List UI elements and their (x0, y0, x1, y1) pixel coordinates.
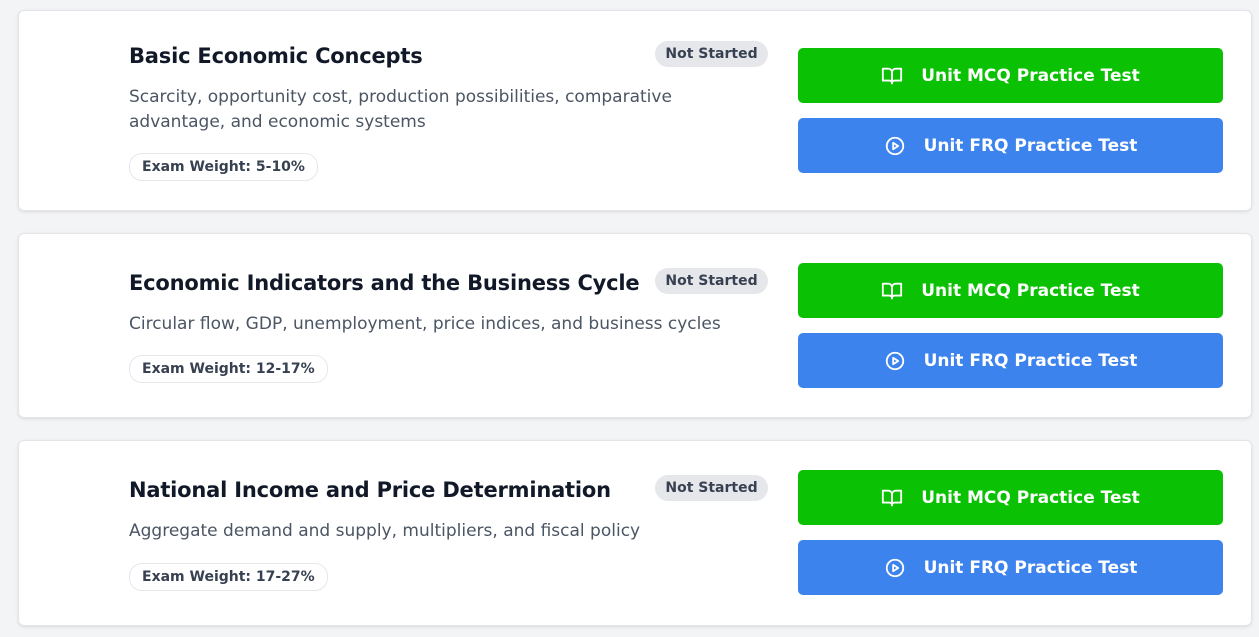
button-label: Unit FRQ Practice Test (923, 350, 1138, 371)
unit-mcq-practice-test-button[interactable]: Unit MCQ Practice Test (798, 470, 1223, 525)
button-label: Unit FRQ Practice Test (923, 135, 1138, 156)
book-open-icon (881, 487, 903, 509)
exam-weight-badge: Exam Weight: 17-27% (129, 563, 328, 591)
status-badge: Not Started (655, 475, 768, 501)
exam-weight-badge: Exam Weight: 5-10% (129, 153, 318, 181)
status-badge: Not Started (655, 268, 768, 294)
play-circle-icon (884, 135, 906, 157)
unit-mcq-practice-test-button[interactable]: Unit MCQ Practice Test (798, 263, 1223, 318)
unit-description: Circular flow, GDP, unemployment, price … (129, 314, 721, 334)
unit-title: Economic Indicators and the Business Cyc… (129, 271, 640, 295)
play-circle-icon (884, 350, 906, 372)
status-badge: Not Started (655, 41, 768, 67)
book-open-icon (881, 65, 903, 87)
unit-frq-practice-test-button[interactable]: Unit FRQ Practice Test (798, 333, 1223, 388)
unit-description: Scarcity, opportunity cost, production p… (129, 87, 672, 132)
unit-card: National Income and Price Determination … (18, 440, 1252, 626)
play-circle-icon (884, 557, 906, 579)
unit-title: National Income and Price Determination (129, 478, 611, 502)
button-label: Unit MCQ Practice Test (921, 280, 1140, 301)
exam-weight-badge: Exam Weight: 12-17% (129, 355, 328, 383)
unit-description: Aggregate demand and supply, multipliers… (129, 521, 641, 541)
button-label: Unit FRQ Practice Test (923, 557, 1138, 578)
unit-frq-practice-test-button[interactable]: Unit FRQ Practice Test (798, 118, 1223, 173)
unit-title: Basic Economic Concepts (129, 44, 423, 68)
book-open-icon (881, 280, 903, 302)
unit-card: Basic Economic Concepts Not Started Scar… (18, 10, 1252, 211)
unit-card: Economic Indicators and the Business Cyc… (18, 233, 1252, 418)
unit-mcq-practice-test-button[interactable]: Unit MCQ Practice Test (798, 48, 1223, 103)
unit-frq-practice-test-button[interactable]: Unit FRQ Practice Test (798, 540, 1223, 595)
button-label: Unit MCQ Practice Test (921, 65, 1140, 86)
button-label: Unit MCQ Practice Test (921, 487, 1140, 508)
